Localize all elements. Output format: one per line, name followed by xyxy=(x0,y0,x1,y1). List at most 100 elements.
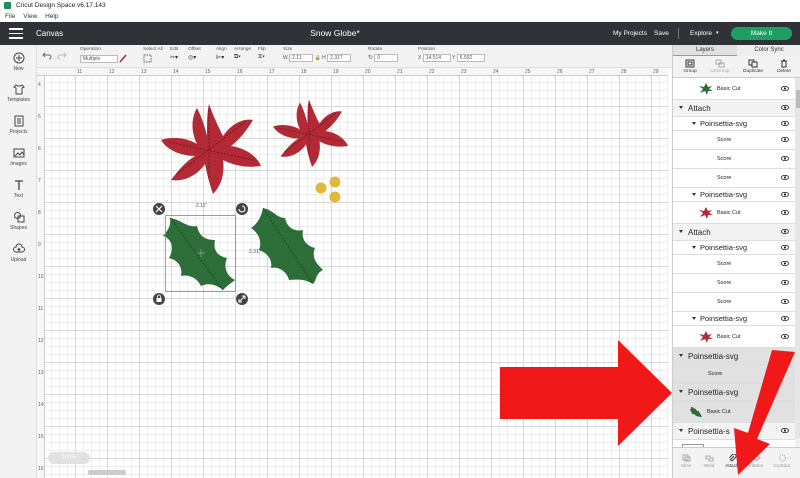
layer-group-row[interactable]: Poinsettia-svg xyxy=(673,384,795,401)
eye-icon[interactable] xyxy=(781,191,789,197)
rotate-handle-icon[interactable] xyxy=(236,203,248,215)
lock-handle-icon[interactable] xyxy=(153,293,165,305)
y-input[interactable]: 6.592 xyxy=(456,54,485,62)
zoom-control[interactable]: 100% xyxy=(48,452,90,464)
layer-subgroup-row[interactable]: Poinsettia-svg xyxy=(673,188,795,202)
poinsettia-small[interactable] xyxy=(273,99,348,168)
layer-item-row[interactable]: Score xyxy=(673,293,795,312)
layer-subgroup-row[interactable]: Poinsettia-svg xyxy=(673,117,795,131)
delete-handle-icon[interactable] xyxy=(153,203,165,215)
caret-down-icon[interactable] xyxy=(679,106,683,109)
layer-item-row[interactable]: Score xyxy=(673,169,795,188)
ungroup-button[interactable]: UnGroup xyxy=(705,59,735,74)
layer-group-row[interactable]: Poinsettia-svg xyxy=(673,348,795,365)
edit-control[interactable]: Edit ✂▾ xyxy=(170,47,178,61)
select-all-control[interactable]: Select All xyxy=(143,47,163,65)
layer-item-row[interactable]: Basic Cut xyxy=(673,326,795,348)
layer-blank-canvas-row[interactable]: Blank Ca xyxy=(673,440,795,447)
menu-file[interactable]: File xyxy=(5,13,15,20)
align-control[interactable]: Align ⊫▾ xyxy=(216,47,227,61)
layer-group-row[interactable]: Attach xyxy=(673,100,795,117)
lock-icon[interactable]: 🔒 xyxy=(315,55,321,61)
eye-icon[interactable] xyxy=(781,136,789,143)
caret-down-icon[interactable] xyxy=(679,354,683,357)
layer-group-row[interactable]: Attach xyxy=(673,224,795,241)
eye-icon[interactable] xyxy=(781,209,789,215)
tab-layers[interactable]: Layers xyxy=(673,45,737,56)
horizontal-scrollbar[interactable] xyxy=(88,470,126,475)
arrange-control[interactable]: Arrange ⧉▾ xyxy=(234,47,251,61)
caret-down-icon[interactable] xyxy=(692,121,696,125)
layer-subgroup-row[interactable]: Poinsettia-svg xyxy=(673,241,795,255)
x-input[interactable]: 14.514 xyxy=(422,54,451,62)
panel-scroll-track[interactable] xyxy=(795,78,800,438)
eye-icon[interactable] xyxy=(781,120,789,126)
make-it-button[interactable]: Make It xyxy=(731,27,792,40)
caret-down-icon[interactable] xyxy=(679,230,683,233)
layer-item-row[interactable]: Score xyxy=(673,131,795,150)
nav-text[interactable]: Text xyxy=(0,179,37,199)
berry-1[interactable] xyxy=(315,182,327,194)
offset-control[interactable]: Offset ◎▾ xyxy=(188,47,201,61)
caret-down-icon[interactable] xyxy=(692,245,696,249)
height-input[interactable]: 2.317 xyxy=(327,54,352,62)
layer-item-row[interactable]: Basic Cut xyxy=(673,78,795,100)
layer-item-row[interactable]: Score xyxy=(673,255,795,274)
eye-icon[interactable] xyxy=(781,155,789,162)
eye-icon[interactable] xyxy=(781,85,789,91)
berry-2[interactable] xyxy=(329,176,341,188)
attach-button[interactable]: Attach xyxy=(721,454,743,469)
eye-icon[interactable] xyxy=(781,260,789,267)
undo-icon[interactable] xyxy=(42,52,52,62)
caret-down-icon[interactable] xyxy=(679,390,683,393)
nav-upload[interactable]: Upload xyxy=(0,243,37,263)
layer-item-row[interactable]: Basic Cut xyxy=(673,401,795,423)
layer-item-row[interactable]: Score xyxy=(673,150,795,169)
layer-item-row[interactable]: Score xyxy=(673,274,795,293)
nav-projects[interactable]: Projects xyxy=(0,115,37,135)
tab-color-sync[interactable]: Color Sync xyxy=(737,45,800,56)
delete-button[interactable]: Delete xyxy=(769,59,799,74)
holly-leaf-selected[interactable] xyxy=(163,215,236,292)
width-input[interactable]: 2.11 xyxy=(289,54,314,62)
operation-select[interactable]: Multiple xyxy=(80,54,118,63)
nav-shapes[interactable]: Shapes xyxy=(0,211,37,231)
rotate-input[interactable]: 0 xyxy=(374,54,399,62)
eye-icon[interactable] xyxy=(781,298,789,305)
menu-view[interactable]: View xyxy=(23,13,37,20)
chevron-down-icon[interactable]: ▾ xyxy=(716,22,719,45)
eye-icon[interactable] xyxy=(781,315,789,321)
eye-icon[interactable] xyxy=(781,333,789,339)
layer-item-row[interactable]: Basic Cut xyxy=(673,202,795,224)
eye-icon[interactable] xyxy=(781,228,789,235)
eye-icon[interactable] xyxy=(781,244,789,250)
eye-icon[interactable] xyxy=(781,174,789,181)
eye-icon[interactable] xyxy=(781,104,789,111)
poinsettia-large[interactable] xyxy=(161,104,261,194)
berry-3[interactable] xyxy=(329,191,341,203)
explore-link[interactable]: Explore xyxy=(690,22,712,45)
design-canvas[interactable]: 2.11" 2.317" xyxy=(37,68,668,478)
nav-templates[interactable]: Templates xyxy=(0,83,37,103)
holly-leaf[interactable] xyxy=(251,207,323,285)
resize-handle-icon[interactable] xyxy=(236,293,248,305)
eye-icon[interactable] xyxy=(781,427,789,434)
save-link[interactable]: Save xyxy=(654,22,669,45)
redo-icon[interactable] xyxy=(57,52,67,62)
nav-images[interactable]: Images xyxy=(0,147,37,167)
panel-scroll-thumb[interactable] xyxy=(796,90,800,108)
weld-button[interactable]: Weld xyxy=(698,454,720,469)
layer-subgroup-row[interactable]: Poinsettia-svg xyxy=(673,312,795,326)
menu-help[interactable]: Help xyxy=(45,13,58,20)
caret-down-icon[interactable] xyxy=(692,316,696,320)
flatten-button[interactable]: Flatten xyxy=(745,454,767,469)
contour-button[interactable]: Contour xyxy=(771,454,793,469)
layer-item-row[interactable]: Score xyxy=(673,365,795,384)
layer-group-row[interactable]: Poinsettia-s xyxy=(673,423,795,440)
caret-down-icon[interactable] xyxy=(692,192,696,196)
my-projects-link[interactable]: My Projects xyxy=(613,22,647,45)
slice-button[interactable]: Slice xyxy=(675,454,697,469)
caret-down-icon[interactable] xyxy=(679,429,683,432)
flip-control[interactable]: Flip ⧖▾ xyxy=(258,47,266,61)
duplicate-button[interactable]: Duplicate xyxy=(738,59,768,74)
